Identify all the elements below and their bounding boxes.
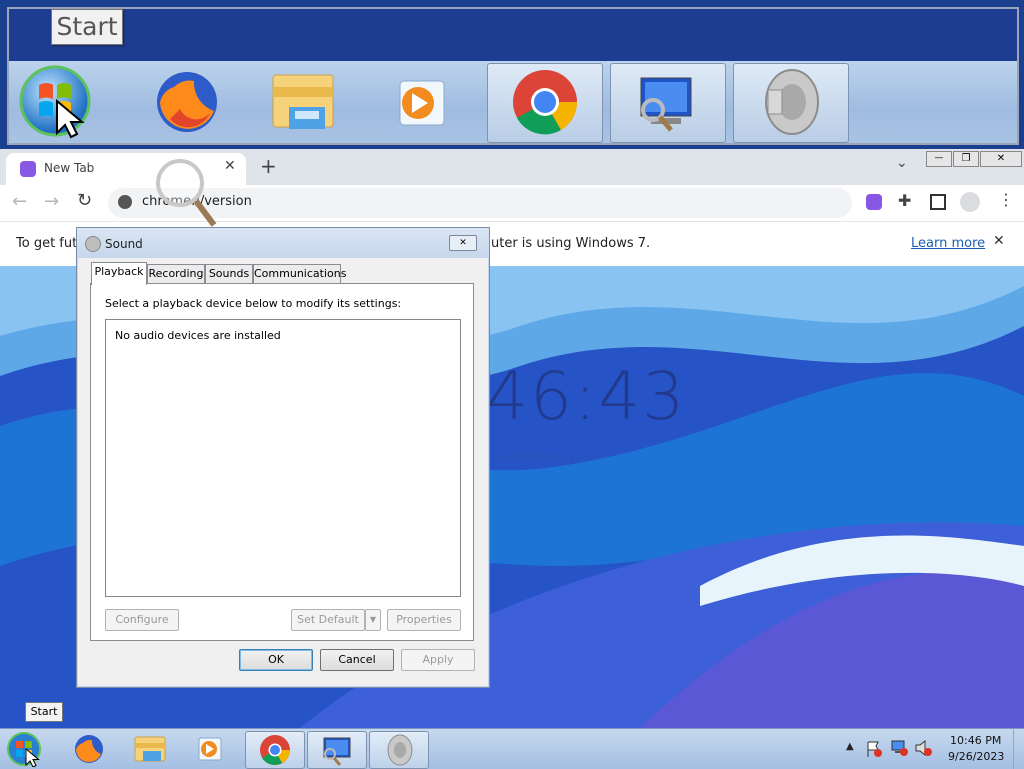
chrome-icon xyxy=(260,735,290,765)
taskbar-volume-button[interactable] xyxy=(369,731,429,769)
properties-button[interactable]: Properties xyxy=(387,609,461,631)
taskbar-remote-button[interactable] xyxy=(307,731,367,769)
tab-recording[interactable]: Recording xyxy=(147,264,205,283)
dialog-close-button[interactable]: ✕ xyxy=(449,235,477,251)
profile-avatar-icon[interactable] xyxy=(960,192,980,212)
dialog-title: Sound xyxy=(105,237,143,251)
speaker-icon xyxy=(387,734,413,766)
firefox-icon xyxy=(75,735,103,763)
start-orb-icon xyxy=(19,65,91,139)
taskbar: ▲ 10:46 PM 9/26/2023 xyxy=(0,728,1024,769)
set-default-button[interactable]: Set Default xyxy=(291,609,365,631)
start-button[interactable] xyxy=(0,731,52,767)
firefox-icon xyxy=(157,72,217,132)
extensions-puzzle-icon[interactable]: ✚ xyxy=(898,191,911,210)
info-close-icon[interactable]: ✕ xyxy=(993,233,1005,249)
remote-desktop-icon xyxy=(640,77,692,132)
ok-button[interactable]: OK xyxy=(239,649,313,671)
tab-communications[interactable]: Communications xyxy=(253,264,346,283)
magnifier-cursor-icon xyxy=(156,159,217,227)
sound-dialog-icon xyxy=(85,236,101,252)
extension-icon[interactable] xyxy=(866,194,882,210)
set-default-dropdown-button[interactable]: ▼ xyxy=(365,609,381,631)
magnified-taskbar xyxy=(9,61,1017,143)
magnified-firefox-button[interactable] xyxy=(130,63,244,141)
file-explorer-icon xyxy=(134,736,166,762)
chrome-icon xyxy=(513,70,578,135)
start-tooltip: Start xyxy=(25,702,63,722)
file-explorer-icon xyxy=(272,74,334,129)
side-panel-icon[interactable] xyxy=(930,194,946,210)
window-caption-buttons: — ❐ ✕ xyxy=(926,151,1022,167)
sound-dialog: Sound ✕ Playback Recording Sounds Commun… xyxy=(76,227,490,688)
taskbar-firefox-button[interactable] xyxy=(60,731,118,767)
tray-time[interactable]: 10:46 PM xyxy=(950,734,1001,747)
device-list[interactable]: No audio devices are installed xyxy=(105,319,461,597)
taskbar-chrome-button[interactable] xyxy=(245,731,305,769)
info-message-right: uter is using Windows 7. xyxy=(491,236,651,251)
show-hidden-icons-button[interactable]: ▲ xyxy=(846,741,854,752)
media-player-icon xyxy=(399,80,445,126)
flag-icon xyxy=(867,741,882,757)
tab-playback[interactable]: Playback xyxy=(91,262,147,285)
magnified-explorer-button[interactable] xyxy=(251,63,365,141)
ntp-clock: 46:43 xyxy=(486,358,687,435)
tray-date[interactable]: 9/26/2023 xyxy=(948,750,1004,763)
magnified-volume-button[interactable] xyxy=(733,63,849,143)
menu-kebab-icon[interactable]: ⋮ xyxy=(998,190,1014,209)
tab-close-icon[interactable]: ✕ xyxy=(224,158,236,174)
taskbar-media-player-button[interactable] xyxy=(182,731,240,767)
reload-button[interactable]: ↻ xyxy=(77,190,92,211)
magnified-chrome-button[interactable] xyxy=(487,63,603,143)
minimize-button[interactable]: — xyxy=(926,151,952,167)
cancel-button[interactable]: Cancel xyxy=(320,649,394,671)
start-orb-icon xyxy=(7,732,41,767)
remote-desktop-icon xyxy=(323,737,351,766)
configure-button[interactable]: Configure xyxy=(105,609,179,631)
tab-title: New Tab xyxy=(44,161,95,175)
back-button[interactable]: ← xyxy=(12,191,27,212)
dialog-title-bar[interactable]: Sound ✕ xyxy=(77,228,489,258)
restore-button[interactable]: ❐ xyxy=(953,151,979,167)
tab-sounds[interactable]: Sounds xyxy=(205,264,253,283)
apply-button[interactable]: Apply xyxy=(401,649,475,671)
close-window-button[interactable]: ✕ xyxy=(980,151,1022,167)
magnifier-view: Start xyxy=(7,7,1019,145)
magnified-remote-button[interactable] xyxy=(610,63,726,143)
site-info-icon[interactable] xyxy=(118,195,132,209)
show-desktop-button[interactable] xyxy=(1013,729,1024,769)
action-center-flag-icon[interactable] xyxy=(866,740,882,757)
tab-favicon-icon xyxy=(20,161,36,177)
tab-search-chevron-icon[interactable]: ⌄ xyxy=(896,155,908,171)
speaker-icon xyxy=(765,69,819,135)
new-tab-button[interactable]: + xyxy=(260,154,277,178)
volume-muted-icon xyxy=(915,739,932,757)
taskbar-explorer-button[interactable] xyxy=(121,731,179,767)
media-player-icon xyxy=(198,737,222,761)
magnified-start-tooltip: Start xyxy=(51,9,123,45)
playback-instruction: Select a playback device below to modify… xyxy=(105,297,402,310)
network-disconnected-icon xyxy=(891,740,908,756)
learn-more-link[interactable]: Learn more xyxy=(911,236,985,251)
ntp-date: September 26 xyxy=(498,450,584,464)
magnified-start-button[interactable] xyxy=(9,63,123,141)
no-devices-message: No audio devices are installed xyxy=(115,329,281,342)
forward-button[interactable]: → xyxy=(44,191,59,212)
playback-panel: Select a playback device below to modify… xyxy=(90,283,474,641)
magnified-media-player-button[interactable] xyxy=(372,63,486,141)
